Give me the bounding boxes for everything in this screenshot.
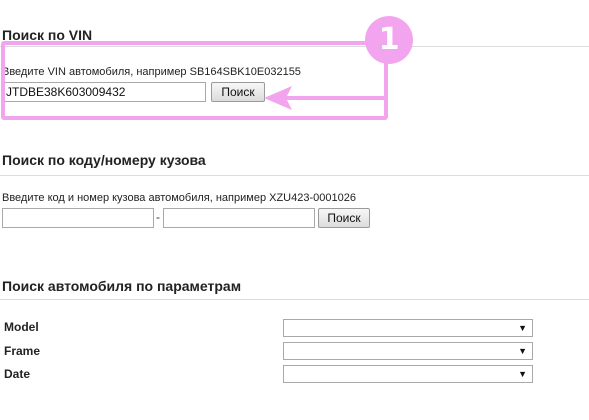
param-label-date: Date [4, 367, 31, 381]
frame-select[interactable]: ▼ [283, 342, 533, 360]
param-label-model: Model [4, 320, 39, 334]
section-divider [0, 175, 589, 176]
chevron-down-icon: ▼ [518, 346, 527, 356]
chevron-down-icon: ▼ [518, 369, 527, 379]
annotation-badge: 1 [365, 16, 413, 64]
chevron-down-icon: ▼ [518, 323, 527, 333]
arrow-left-icon [264, 86, 384, 110]
body-search-button[interactable]: Поиск [318, 208, 370, 228]
param-search-title: Поиск автомобиля по параметрам [2, 278, 242, 294]
body-hint: Введите код и номер кузова автомобиля, н… [2, 192, 356, 204]
date-select[interactable]: ▼ [283, 365, 533, 383]
body-code-input[interactable] [2, 208, 154, 228]
body-search-title: Поиск по коду/номеру кузова [2, 152, 206, 168]
section-divider [0, 299, 589, 300]
model-select[interactable]: ▼ [283, 319, 533, 337]
page: Поиск по VIN Введите VIN автомобиля, нап… [0, 0, 589, 420]
param-label-frame: Frame [4, 344, 41, 358]
body-number-input[interactable] [163, 208, 315, 228]
body-separator: - [156, 210, 160, 224]
